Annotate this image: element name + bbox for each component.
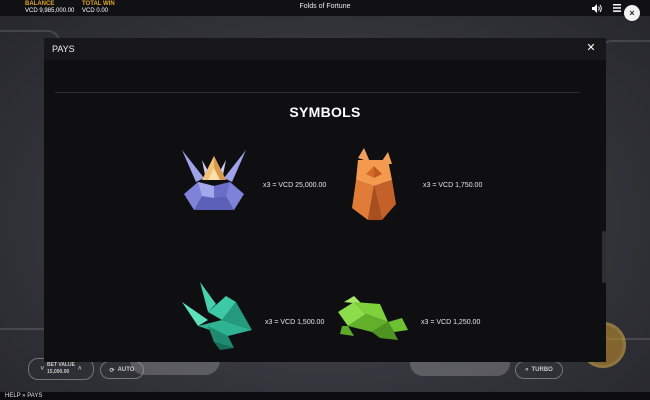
close-icon: × [629,8,635,18]
sound-icon[interactable] [592,3,602,13]
origami-frog-icon [332,292,412,347]
turbo-button[interactable]: » TURBO [515,361,563,379]
pay-crane: x3 = VCD 1,500.00 [265,319,325,326]
pay-fox: x3 = VCD 1,750.00 [423,182,483,189]
fast-forward-icon: » [525,367,529,373]
pay-frog: x3 = VCD 1,250.00 [421,319,481,326]
scrollbar[interactable] [602,231,606,283]
game-title: Folds of Fortune [299,3,351,10]
turbo-label: TURBO [531,367,553,373]
section-title: SYMBOLS [289,104,361,120]
origami-crane-icon [178,282,258,357]
modal-title: PAYS [52,44,75,54]
breadcrumb: HELP » PAYS [5,393,43,399]
footer-bar: HELP » PAYS [0,392,650,400]
bet-label: BET VALUE [47,362,75,368]
origami-helmet-icon [174,146,254,221]
bg-reel-frame [600,40,650,340]
bet-value: 15,000.00 [47,369,70,375]
modal-close-button[interactable]: ✕ [585,42,597,54]
autoplay-icon: ⟳ [109,367,115,374]
modal-header: PAYS ✕ [44,38,606,60]
close-game-button[interactable]: × [624,5,640,21]
close-icon: ✕ [586,42,596,54]
origami-fox-icon [348,142,398,227]
chevron-up-icon[interactable]: ˄ [78,366,82,372]
auto-button[interactable]: ⟳ AUTO [100,361,144,379]
pay-helmet: x3 = VCD 25,000.00 [263,182,327,189]
auto-label: AUTO [117,367,135,373]
divider [55,92,580,93]
game-screen: BALANCE VCD 9,985,000.00 TOTAL WIN VCD 0… [0,0,650,400]
pays-modal: PAYS ✕ SYMBOLS x3 = VCD 25,000.00 x3 = V… [44,38,606,362]
chevron-down-icon[interactable]: ˅ [41,366,45,372]
top-bar: BALANCE VCD 9,985,000.00 TOTAL WIN VCD 0… [0,0,650,16]
menu-icon[interactable] [612,3,622,13]
